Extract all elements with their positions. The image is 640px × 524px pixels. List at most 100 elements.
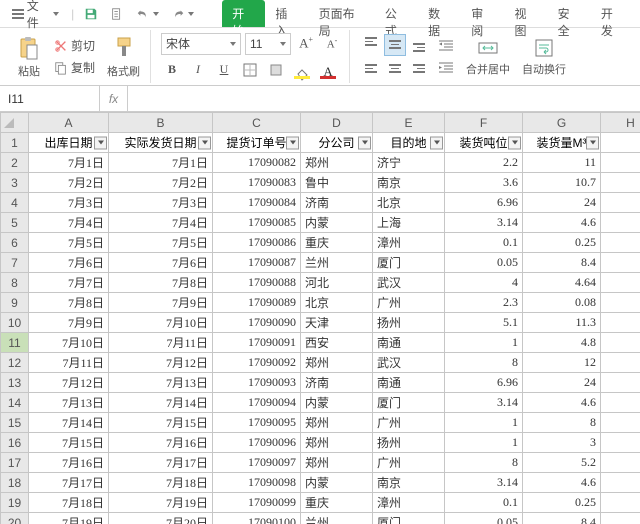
- tab-view[interactable]: 视图: [504, 0, 547, 27]
- col-header-E[interactable]: E: [373, 113, 445, 133]
- cell[interactable]: 24: [523, 373, 601, 393]
- cell[interactable]: 4.6: [523, 213, 601, 233]
- cell[interactable]: 3: [523, 433, 601, 453]
- row-header-17[interactable]: 17: [1, 453, 29, 473]
- cell[interactable]: 17090088: [213, 273, 301, 293]
- cell[interactable]: 鲁中: [301, 173, 373, 193]
- row-header-13[interactable]: 13: [1, 373, 29, 393]
- cell[interactable]: 济宁: [373, 153, 445, 173]
- cell[interactable]: [601, 393, 640, 413]
- cell[interactable]: 郑州: [301, 433, 373, 453]
- cell[interactable]: 7月1日: [109, 153, 213, 173]
- redo-button[interactable]: [167, 4, 198, 24]
- col-header-H[interactable]: H: [601, 113, 640, 133]
- cell[interactable]: 7月4日: [29, 213, 109, 233]
- cell[interactable]: 郑州: [301, 353, 373, 373]
- cell[interactable]: 1: [445, 433, 523, 453]
- cell[interactable]: 7月15日: [109, 413, 213, 433]
- cell[interactable]: 0.05: [445, 513, 523, 524]
- cell[interactable]: 17090083: [213, 173, 301, 193]
- cell[interactable]: 8.4: [523, 253, 601, 273]
- cell[interactable]: 17090092: [213, 353, 301, 373]
- paste-button[interactable]: 粘贴: [12, 31, 46, 83]
- bold-button[interactable]: B: [161, 59, 183, 81]
- col-header-D[interactable]: D: [301, 113, 373, 133]
- cell[interactable]: 7月19日: [29, 513, 109, 524]
- cell[interactable]: 7月8日: [109, 273, 213, 293]
- cell[interactable]: 河北: [301, 273, 373, 293]
- cell[interactable]: [601, 433, 640, 453]
- col-header-C[interactable]: C: [213, 113, 301, 133]
- cell[interactable]: 7月16日: [29, 453, 109, 473]
- cell[interactable]: 重庆: [301, 493, 373, 513]
- cell[interactable]: 6.96: [445, 373, 523, 393]
- header-cell[interactable]: 分公司: [301, 133, 373, 153]
- cell[interactable]: 7月3日: [29, 193, 109, 213]
- cell[interactable]: 7月20日: [109, 513, 213, 524]
- row-header-3[interactable]: 3: [1, 173, 29, 193]
- cell[interactable]: [601, 473, 640, 493]
- cell[interactable]: 兰州: [301, 253, 373, 273]
- cell[interactable]: [601, 133, 640, 153]
- increase-indent-button[interactable]: [434, 58, 458, 78]
- cell[interactable]: 0.05: [445, 253, 523, 273]
- cell[interactable]: 郑州: [301, 453, 373, 473]
- cell[interactable]: [601, 373, 640, 393]
- row-header-11[interactable]: 11: [1, 333, 29, 353]
- cell[interactable]: 7月15日: [29, 433, 109, 453]
- app-menu-button[interactable]: 文件: [6, 0, 65, 34]
- cell[interactable]: 8: [445, 353, 523, 373]
- filter-button[interactable]: [358, 136, 371, 149]
- cell[interactable]: 7月2日: [109, 173, 213, 193]
- cell[interactable]: 5.2: [523, 453, 601, 473]
- tab-insert[interactable]: 插入: [265, 0, 308, 27]
- align-bottom-button[interactable]: [408, 34, 430, 56]
- cell[interactable]: 17090096: [213, 433, 301, 453]
- col-header-G[interactable]: G: [523, 113, 601, 133]
- quick-access-more[interactable]: [106, 4, 128, 24]
- cell[interactable]: 7月9日: [29, 313, 109, 333]
- tab-data[interactable]: 数据: [418, 0, 461, 27]
- tab-formula[interactable]: 公式: [375, 0, 418, 27]
- cell[interactable]: 南通: [373, 333, 445, 353]
- cell[interactable]: 重庆: [301, 233, 373, 253]
- cell[interactable]: [601, 413, 640, 433]
- cell[interactable]: 2.3: [445, 293, 523, 313]
- header-cell[interactable]: 出库日期: [29, 133, 109, 153]
- cell[interactable]: 7月18日: [109, 473, 213, 493]
- format-painter-button[interactable]: 格式刷: [103, 31, 144, 83]
- row-header-19[interactable]: 19: [1, 493, 29, 513]
- cell[interactable]: [601, 513, 640, 524]
- cell[interactable]: 17090082: [213, 153, 301, 173]
- cell[interactable]: [601, 333, 640, 353]
- header-cell[interactable]: 装货量M³: [523, 133, 601, 153]
- cell[interactable]: 17090085: [213, 213, 301, 233]
- cell[interactable]: 7月6日: [29, 253, 109, 273]
- cell[interactable]: [601, 193, 640, 213]
- cell[interactable]: 8: [445, 453, 523, 473]
- filter-button[interactable]: [94, 136, 107, 149]
- header-cell[interactable]: 实际发货日期: [109, 133, 213, 153]
- cell[interactable]: 4.8: [523, 333, 601, 353]
- copy-button[interactable]: 复制: [50, 58, 99, 78]
- cell[interactable]: 17090087: [213, 253, 301, 273]
- cell[interactable]: [601, 273, 640, 293]
- cell[interactable]: 0.08: [523, 293, 601, 313]
- cell[interactable]: 内蒙: [301, 473, 373, 493]
- cell[interactable]: 12: [523, 353, 601, 373]
- cell[interactable]: 扬州: [373, 313, 445, 333]
- font-name-combo[interactable]: 宋体: [161, 33, 241, 55]
- merge-center-button[interactable]: 合并居中: [462, 31, 514, 83]
- cell[interactable]: 南通: [373, 373, 445, 393]
- cell[interactable]: 8: [523, 413, 601, 433]
- row-header-4[interactable]: 4: [1, 193, 29, 213]
- row-header-14[interactable]: 14: [1, 393, 29, 413]
- cell[interactable]: 广州: [373, 453, 445, 473]
- cell[interactable]: 17090094: [213, 393, 301, 413]
- cell[interactable]: [601, 233, 640, 253]
- cell[interactable]: 7月12日: [29, 373, 109, 393]
- cell[interactable]: 内蒙: [301, 393, 373, 413]
- cell[interactable]: 扬州: [373, 433, 445, 453]
- save-button[interactable]: [80, 4, 102, 24]
- cell[interactable]: 7月14日: [29, 413, 109, 433]
